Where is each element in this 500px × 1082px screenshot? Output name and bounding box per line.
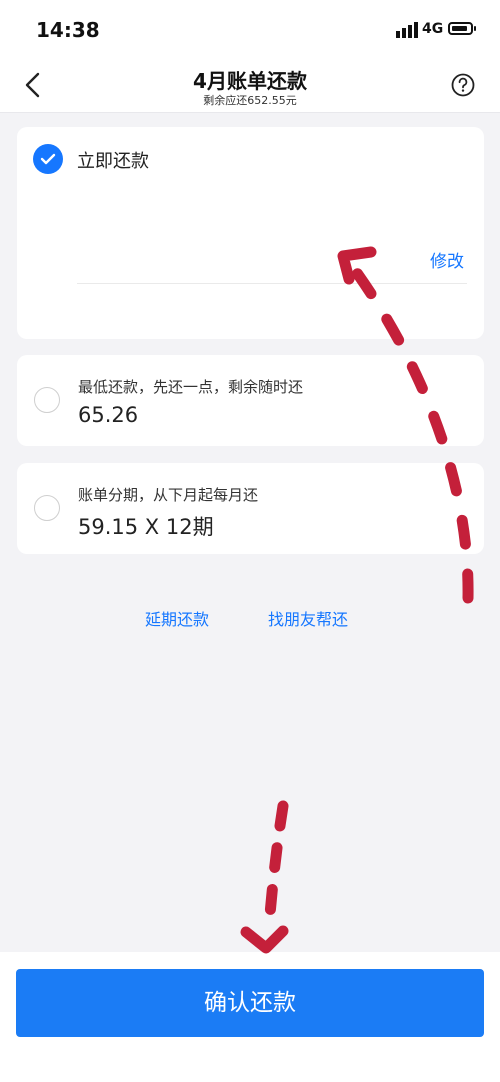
battery-icon bbox=[448, 22, 476, 35]
minimum-payment-option-card[interactable]: 最低还款，先还一点，剩余随时还 65.26 bbox=[17, 355, 484, 446]
status-time: 14:38 bbox=[36, 18, 100, 42]
confirm-payment-button[interactable]: 确认还款 bbox=[16, 969, 484, 1037]
minimum-payment-radio[interactable] bbox=[34, 387, 60, 413]
extend-payment-link[interactable]: 延期还款 bbox=[145, 606, 209, 630]
nav-bar: 4月账单还款 剩余应还652.55元 bbox=[0, 58, 500, 113]
ask-friend-link[interactable]: 找朋友帮还 bbox=[268, 606, 348, 630]
installment-label: 账单分期，从下月起每月还 bbox=[78, 486, 259, 504]
arrow-to-confirm bbox=[263, 800, 289, 932]
pay-now-option-card[interactable]: 立即还款 修改 bbox=[17, 127, 484, 339]
network-type: 4G bbox=[422, 21, 444, 37]
minimum-payment-label: 最低还款，先还一点，剩余随时还 bbox=[78, 378, 304, 396]
installment-option-card[interactable]: 账单分期，从下月起每月还 59.15 X 12期 bbox=[17, 463, 484, 554]
status-bar: 14:38 4G bbox=[0, 0, 500, 58]
help-icon[interactable] bbox=[450, 72, 476, 98]
installment-radio[interactable] bbox=[34, 495, 60, 521]
minimum-payment-value: 65.26 bbox=[78, 403, 139, 427]
modify-amount-link[interactable]: 修改 bbox=[430, 247, 464, 272]
remaining-amount-subtitle: 剩余应还652.55元 bbox=[203, 94, 297, 107]
signal-icon bbox=[396, 22, 418, 38]
arrow-to-confirm-head bbox=[240, 925, 289, 954]
page-title: 4月账单还款 bbox=[193, 69, 307, 93]
pay-now-label: 立即还款 bbox=[77, 151, 149, 172]
checked-icon[interactable] bbox=[33, 144, 63, 174]
installment-value: 59.15 X 12期 bbox=[78, 515, 214, 539]
amount-underline bbox=[77, 283, 467, 284]
